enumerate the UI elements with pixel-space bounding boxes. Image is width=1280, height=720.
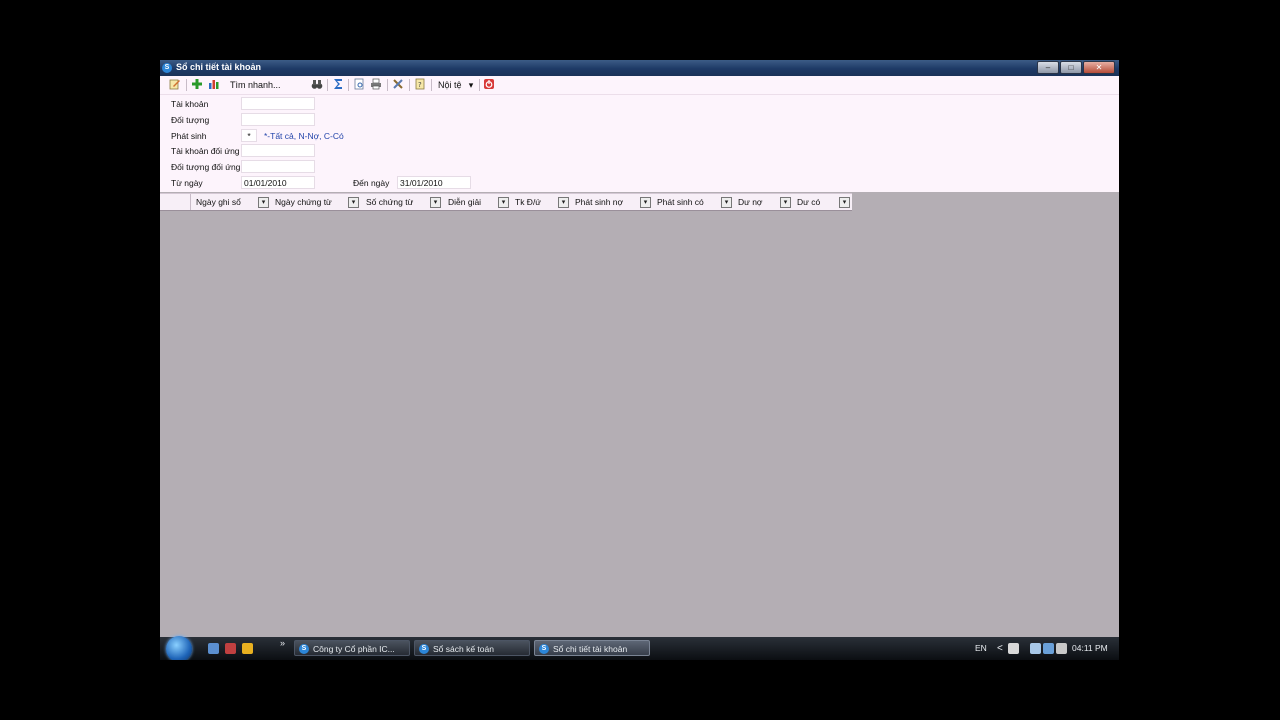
app-icon: S <box>539 644 549 654</box>
column-header[interactable]: Tk Đ/ứ <box>515 194 541 210</box>
svg-text:?: ? <box>418 81 422 89</box>
contra-account-input[interactable] <box>241 144 315 157</box>
maximize-button[interactable]: □ <box>1060 61 1082 74</box>
tools-icon[interactable] <box>391 78 405 92</box>
column-header[interactable]: Số chứng từ <box>366 194 413 210</box>
column-header[interactable]: Ngày ghi sổ <box>196 194 241 210</box>
object-input[interactable] <box>241 113 315 126</box>
window-controls: – □ ✕ <box>1036 61 1115 74</box>
edit-icon[interactable] <box>168 78 182 92</box>
binoculars-icon[interactable] <box>310 78 324 92</box>
taskbar-item-label: Sổ sách kế toán <box>433 644 494 654</box>
clock[interactable]: 04:11 PM <box>1072 637 1108 660</box>
close-button[interactable]: ✕ <box>1083 61 1115 74</box>
tray-security-icon[interactable] <box>1030 643 1041 654</box>
from-date-input[interactable]: 01/01/2010 <box>241 176 315 189</box>
toolbar-separator <box>327 79 328 91</box>
quick-search-input[interactable]: Tìm nhanh... <box>230 78 310 92</box>
minimize-button[interactable]: – <box>1037 61 1059 74</box>
window-title: Sổ chi tiết tài khoản <box>176 62 262 72</box>
toolbar-separator <box>431 79 432 91</box>
print-icon[interactable] <box>369 78 383 92</box>
taskbar: » S Công ty Cổ phần IC... S Sổ sách kế t… <box>160 636 1119 660</box>
network-icon[interactable] <box>1043 643 1054 654</box>
toolbar-separator <box>479 79 480 91</box>
title-bar[interactable]: S Sổ chi tiết tài khoản – □ ✕ <box>160 60 1119 76</box>
to-date-label: Đến ngày <box>353 178 390 188</box>
help-icon[interactable]: ? <box>413 78 427 92</box>
language-indicator[interactable]: EN <box>975 637 987 660</box>
chevron-down-icon[interactable]: ▾ <box>839 197 850 208</box>
object-label: Đối tượng <box>171 115 210 125</box>
column-header[interactable]: Diễn giải <box>448 194 481 210</box>
quick-launch-app-icon[interactable] <box>225 643 236 654</box>
chevron-down-icon[interactable]: ▾ <box>467 78 475 92</box>
row-indicator-header <box>160 194 191 210</box>
account-label: Tài khoản <box>171 99 209 109</box>
add-icon[interactable] <box>190 78 204 92</box>
transaction-hint: *-Tất cả, N-Nợ, C-Có <box>264 131 344 141</box>
show-desktop-icon[interactable] <box>208 643 219 654</box>
preview-icon[interactable] <box>352 78 366 92</box>
tray-app-icon[interactable] <box>1008 643 1019 654</box>
taskbar-item-label: Sổ chi tiết tài khoản <box>553 644 628 654</box>
quick-launch-overflow-icon[interactable]: » <box>280 632 285 655</box>
taskbar-item-ledger-books[interactable]: S Sổ sách kế toán <box>414 640 530 656</box>
chevron-down-icon[interactable]: ▾ <box>780 197 791 208</box>
column-header[interactable]: Dư nợ <box>738 194 763 210</box>
toolbar: Tìm nhanh... ? Nội tệ ▾ <box>160 76 1119 95</box>
contra-account-label: Tài khoản đối ứng <box>171 146 240 156</box>
app-icon: S <box>162 63 172 73</box>
volume-icon[interactable] <box>1056 643 1067 654</box>
toolbar-separator <box>348 79 349 91</box>
column-header[interactable]: Phát sinh nợ <box>575 194 623 210</box>
transaction-input[interactable]: * <box>241 129 257 142</box>
media-player-icon[interactable] <box>242 643 253 654</box>
transaction-label: Phát sinh <box>171 131 207 141</box>
contra-object-input[interactable] <box>241 160 315 173</box>
sum-icon[interactable] <box>331 78 345 92</box>
filter-panel: Tài khoản Đối tượng Phát sinh * *-Tất cả… <box>160 95 1119 192</box>
taskbar-item-label: Công ty Cổ phần IC... <box>313 644 395 654</box>
chevron-down-icon[interactable]: ▾ <box>721 197 732 208</box>
account-input[interactable] <box>241 97 315 110</box>
taskbar-item-account-detail[interactable]: S Sổ chi tiết tài khoản <box>534 640 650 656</box>
chevron-down-icon[interactable]: ▾ <box>258 197 269 208</box>
column-header[interactable]: Ngày chứng từ <box>275 194 332 210</box>
exit-icon[interactable] <box>482 78 496 92</box>
taskbar-item-company[interactable]: S Công ty Cổ phần IC... <box>294 640 410 656</box>
to-date-input[interactable]: 31/01/2010 <box>397 176 471 189</box>
app-icon: S <box>299 644 309 654</box>
column-header[interactable]: Phát sinh có <box>657 194 704 210</box>
toolbar-separator <box>387 79 388 91</box>
from-date-label: Từ ngày <box>171 178 203 188</box>
chevron-down-icon[interactable]: ▾ <box>348 197 359 208</box>
contra-object-label: Đối tượng đối ứng <box>171 162 241 172</box>
grid-header: Ngày ghi sổ ▾ Ngày chứng từ ▾ Số chứng t… <box>160 193 852 211</box>
tray-expand-icon[interactable]: < <box>997 637 1003 660</box>
chevron-down-icon[interactable]: ▾ <box>498 197 509 208</box>
toolbar-separator <box>186 79 187 91</box>
chevron-down-icon[interactable]: ▾ <box>430 197 441 208</box>
chevron-down-icon[interactable]: ▾ <box>640 197 651 208</box>
app-window: S Sổ chi tiết tài khoản – □ ✕ Tìm nhanh.… <box>160 60 1119 660</box>
start-button[interactable] <box>166 636 192 660</box>
app-icon: S <box>419 644 429 654</box>
toolbar-separator <box>409 79 410 91</box>
column-header[interactable]: Dư có <box>797 194 820 210</box>
report-chart-icon[interactable] <box>207 78 221 92</box>
chevron-down-icon[interactable]: ▾ <box>558 197 569 208</box>
